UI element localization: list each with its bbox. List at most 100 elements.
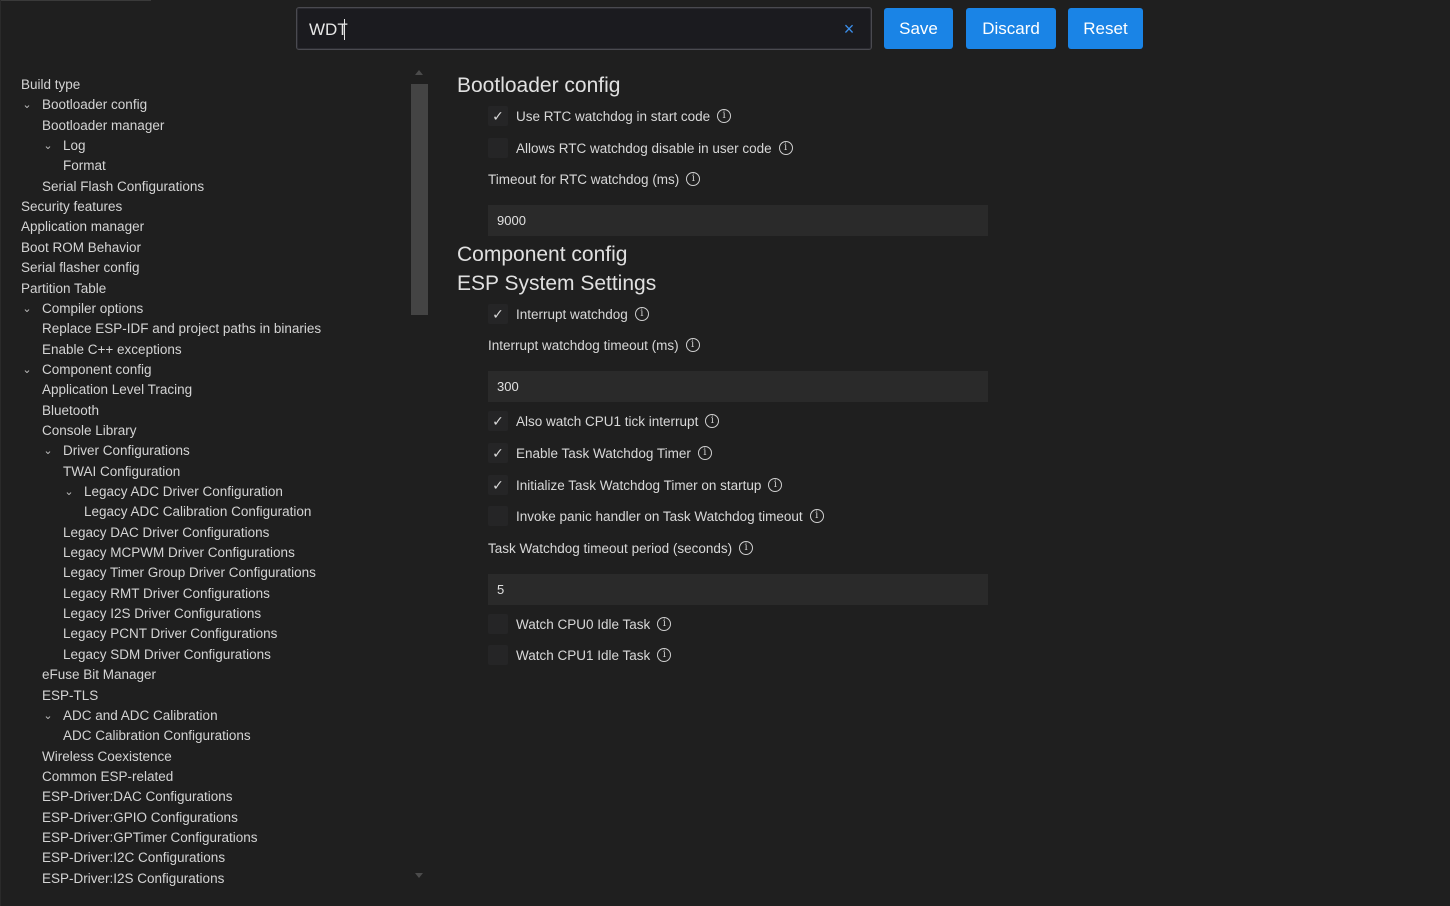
tree-item[interactable]: ⌄ Component config (1, 360, 401, 380)
chevron-down-icon[interactable]: ⌄ (42, 706, 54, 726)
info-icon[interactable]: i (809, 509, 824, 523)
tree-item[interactable]: Serial Flash Configurations (1, 177, 401, 197)
tree-item[interactable]: Console Library (1, 421, 401, 441)
section-title-esp-system-settings: ESP System Settings (457, 272, 657, 295)
scroll-up-arrow-icon[interactable] (415, 70, 423, 75)
setting-watch-cpu0-idle: Watch CPU0 Idle Task i (488, 613, 672, 635)
tree-item[interactable]: Legacy DAC Driver Configurations (1, 523, 401, 543)
info-icon[interactable]: i (697, 446, 712, 460)
setting-label: Watch CPU0 Idle Task (516, 616, 651, 632)
info-icon[interactable]: i (634, 307, 649, 321)
tree-item-label: Application manager (21, 219, 145, 235)
checkbox-watch-cpu0-idle[interactable] (488, 614, 508, 634)
chevron-down-icon[interactable]: ⌄ (21, 360, 33, 380)
tree-item[interactable]: Wireless Coexistence (1, 747, 401, 767)
tree-item[interactable]: ADC Calibration Configurations (1, 726, 401, 746)
discard-button[interactable]: Discard (966, 8, 1056, 49)
tree-item[interactable]: Legacy SDM Driver Configurations (1, 645, 401, 665)
tree-item[interactable]: Format (1, 156, 401, 176)
checkbox-init-task-wdt[interactable]: ✓ (488, 475, 508, 495)
checkbox-enable-task-wdt[interactable]: ✓ (488, 443, 508, 463)
tree-item[interactable]: Legacy I2S Driver Configurations (1, 604, 401, 624)
tree-item[interactable]: ⌄ Bootloader config (1, 95, 401, 115)
tree-item-label: Legacy ADC Driver Configuration (84, 484, 283, 499)
tree-item-label: TWAI Configuration (63, 463, 181, 479)
info-icon[interactable]: i (657, 617, 672, 631)
tree-item[interactable]: ESP-TLS (1, 686, 401, 706)
tree-item[interactable]: ⌄ ADC and ADC Calibration (1, 706, 401, 726)
tree-item[interactable]: ⌄ Compiler options (1, 299, 401, 319)
int-wdt-timeout-input[interactable]: 300 (488, 371, 988, 402)
reset-button[interactable]: Reset (1068, 8, 1143, 49)
tree-item[interactable]: Legacy Timer Group Driver Configurations (1, 563, 401, 583)
tree-item-label: eFuse Bit Manager (42, 667, 157, 683)
tree-item[interactable]: Legacy RMT Driver Configurations (1, 584, 401, 604)
tree-item[interactable]: Legacy ADC Calibration Configuration (1, 502, 401, 522)
chevron-down-icon[interactable]: ⌄ (21, 299, 33, 319)
checkbox-task-wdt-panic[interactable] (488, 506, 508, 526)
checkbox-interrupt-watchdog[interactable]: ✓ (488, 304, 508, 324)
tree-item[interactable]: ESP-Driver:GPIO Configurations (1, 808, 401, 828)
clear-search-icon[interactable]: × (841, 19, 857, 39)
tree-item[interactable]: Application manager (1, 217, 401, 237)
info-icon[interactable]: i (685, 338, 700, 352)
tree-item[interactable]: TWAI Configuration (1, 462, 401, 482)
setting-label: Interrupt watchdog timeout (ms) (488, 337, 679, 353)
tree-item[interactable]: ⌄ Log (1, 136, 401, 156)
info-icon[interactable]: i (705, 414, 720, 428)
tree-item[interactable]: Application Level Tracing (1, 380, 401, 400)
tree-item[interactable]: Boot ROM Behavior (1, 238, 401, 258)
tree-item[interactable]: ⌄ Legacy ADC Driver Configuration (1, 482, 401, 502)
tree-item[interactable]: ESP-Driver:GPTimer Configurations (1, 828, 401, 848)
tree-item[interactable]: Security features (1, 197, 401, 217)
info-icon[interactable]: i (768, 478, 783, 492)
checkbox-watch-cpu1-tick[interactable]: ✓ (488, 411, 508, 431)
tree-item[interactable]: Replace ESP-IDF and project paths in bin… (1, 319, 401, 339)
tree-item-label: Bootloader manager (42, 117, 165, 133)
chevron-down-icon[interactable]: ⌄ (21, 95, 33, 115)
info-icon[interactable]: i (686, 172, 701, 186)
info-icon[interactable]: i (717, 109, 732, 123)
tree-item[interactable]: Bootloader manager (1, 116, 401, 136)
chevron-down-icon[interactable]: ⌄ (42, 441, 54, 461)
tree-item[interactable]: Bluetooth (1, 401, 401, 421)
task-wdt-period-input[interactable]: 5 (488, 574, 988, 605)
tree-item[interactable]: Common ESP-related (1, 767, 401, 787)
tree-item[interactable]: ESP-Driver:I2S Configurations (1, 869, 401, 889)
tree-item[interactable]: Enable C++ exceptions (1, 340, 401, 360)
setting-label: Also watch CPU1 tick interrupt (516, 413, 699, 429)
scroll-down-arrow-icon[interactable] (415, 873, 423, 878)
tree-item[interactable]: ESP-Driver:I2C Configurations (1, 848, 401, 868)
tree-item-label: Serial Flash Configurations (42, 178, 205, 194)
tree-item[interactable]: ESP-Driver:DAC Configurations (1, 787, 401, 807)
tree-item-label: Log (63, 138, 86, 154)
tree-item[interactable]: Serial flasher config (1, 258, 401, 278)
chevron-down-icon[interactable]: ⌄ (42, 136, 54, 156)
sidebar-scrollbar-thumb[interactable] (411, 84, 428, 315)
rtc-wdt-timeout-input[interactable]: 9000 (488, 205, 988, 236)
chevron-down-icon[interactable]: ⌄ (63, 482, 75, 502)
tree-item[interactable]: Legacy MCPWM Driver Configurations (1, 543, 401, 563)
tree-item[interactable]: Partition Table (1, 279, 401, 299)
tree-item-label: ESP-TLS (42, 687, 99, 703)
tree-item[interactable]: ⌄ Driver Configurations (1, 441, 401, 461)
tree-item-label: Legacy SDM Driver Configurations (63, 646, 271, 662)
info-icon[interactable]: i (778, 141, 793, 155)
text-caret (344, 19, 345, 40)
setting-label: Task Watchdog timeout period (seconds) (488, 540, 733, 556)
setting-label: Invoke panic handler on Task Watchdog ti… (516, 508, 803, 524)
tree-item[interactable]: eFuse Bit Manager (1, 665, 401, 685)
search-box[interactable]: × (296, 7, 872, 50)
info-icon[interactable]: i (657, 648, 672, 662)
checkbox-watch-cpu1-idle[interactable] (488, 645, 508, 665)
tree-item-label: Build type (21, 77, 81, 92)
search-input[interactable] (309, 18, 829, 42)
setting-task-wdt-panic: Invoke panic handler on Task Watchdog ti… (488, 505, 824, 527)
save-button[interactable]: Save (884, 8, 953, 49)
setting-allow-rtc-wdt-disable: Allows RTC watchdog disable in user code… (488, 137, 793, 159)
tree-item[interactable]: Legacy PCNT Driver Configurations (1, 624, 401, 644)
checkbox-use-rtc-watchdog[interactable]: ✓ (488, 106, 508, 126)
tree-item[interactable]: Build type (1, 75, 401, 95)
info-icon[interactable]: i (739, 541, 754, 555)
checkbox-allow-rtc-wdt-disable[interactable] (488, 138, 508, 158)
